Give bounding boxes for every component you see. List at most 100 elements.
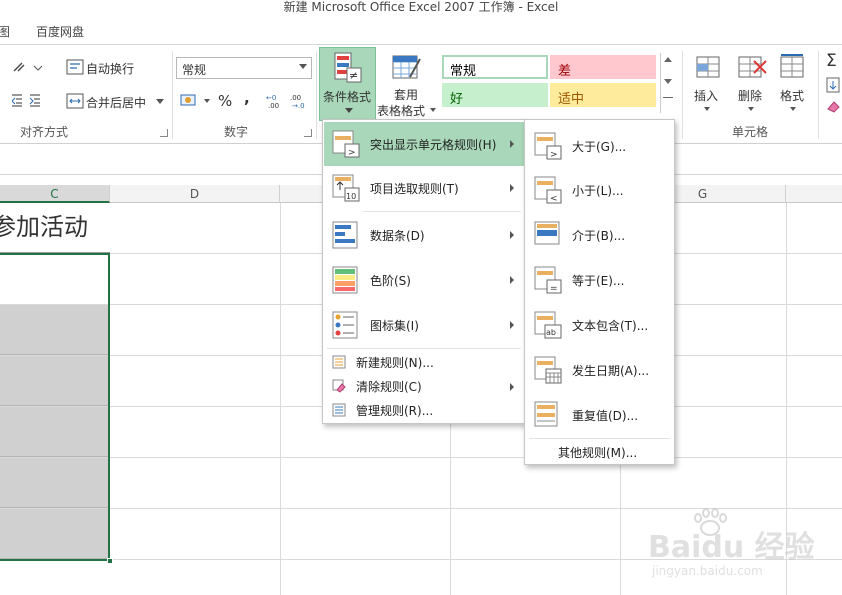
menu-item-label: 图标集(I) [370,319,419,333]
baidu-watermark: Baidu 经验 jingyan.baidu.com [648,508,838,588]
tab-baidu-netdisk[interactable]: 百度网盘 [36,23,84,40]
autosum-icon[interactable]: Σ [826,51,837,71]
merge-center-icon[interactable] [66,93,84,109]
insert-cells-icon[interactable] [694,53,722,81]
chevron-down-icon[interactable] [790,107,796,111]
cell-style-label: 好 [450,92,464,107]
accounting-dropdown-arrow[interactable] [204,99,210,103]
cell-style-good[interactable]: 好 [442,83,548,107]
svg-text:≠: ≠ [349,69,358,82]
color-scales-icon [332,266,358,294]
submenu-arrow-icon [510,383,514,391]
wrap-text-icon[interactable] [66,59,84,75]
between-icon [534,221,560,245]
number-launcher-icon[interactable] [304,129,312,137]
submenu-greater-than[interactable]: > 大于(G)... [526,124,674,168]
submenu-equal-to[interactable]: = 等于(E)... [526,258,674,302]
merge-center-button[interactable]: 合并后居中 [86,94,146,111]
menu-item-label: 数据条(D) [370,229,425,243]
table-format-label-1: 套用 [394,88,419,102]
clear-icon[interactable] [826,99,840,113]
gridline [0,457,842,458]
data-bars-icon [332,221,358,249]
alignment-launcher-icon[interactable] [160,129,168,137]
fill-icon[interactable] [826,77,840,93]
chevron-down-icon[interactable] [704,107,710,111]
chevron-down-icon [664,79,672,84]
format-button[interactable]: 格式 [780,87,804,104]
percent-style-button[interactable]: % [218,92,232,110]
chevron-down-icon [299,64,307,69]
submenu-arrow-icon [510,140,514,148]
cell-style-normal[interactable]: 常规 [442,55,548,79]
submenu-between[interactable]: 介于(B)... [526,213,674,257]
svg-text:.00: .00 [290,94,301,102]
less-than-icon: < [534,176,562,204]
cell-style-label: 差 [558,64,572,79]
equal-to-icon: = [534,266,562,294]
chevron-down-icon[interactable] [748,107,754,111]
menu-highlight-cells-rules[interactable]: > 突出显示单元格规则(H) [324,122,524,166]
menu-top-bottom-rules[interactable]: 10 项目选取规则(T) [324,166,524,210]
title-bar: 新建 Microsoft Office Excel 2007 工作簿 - Exc… [0,0,842,18]
more-icon [663,97,673,98]
tab-view-partial[interactable]: 图 [0,23,10,40]
chevron-up-icon [664,57,672,62]
delete-button[interactable]: 删除 [738,87,762,104]
menu-clear-rules[interactable]: 清除规则(C) [324,375,524,397]
column-header-d[interactable]: D [110,185,280,203]
menu-new-rule[interactable]: 新建规则(N)... [324,351,524,373]
greater-than-icon: > [534,132,562,160]
submenu-less-than[interactable]: < 小于(L)... [526,168,674,212]
selection-border [0,253,110,561]
menu-item-label: 突出显示单元格规则(H) [370,138,497,152]
conditional-format-icon: ≠ [334,52,362,83]
styles-scrollbar[interactable] [660,53,674,113]
svg-text:>: > [550,150,558,160]
svg-text:→.0: →.0 [292,102,305,109]
submenu-more-rules[interactable]: 其他规则(M)... [526,441,674,463]
cell-style-bad[interactable]: 差 [550,55,656,79]
chevron-down-icon [345,108,353,113]
submenu-duplicate-values[interactable]: 重复值(D)... [526,393,674,437]
group-divider [682,51,683,139]
gridline [280,203,281,595]
cell-style-neutral[interactable]: 适中 [550,83,656,107]
menu-separator [363,211,521,212]
conditional-format-button[interactable]: ≠ 条件格式 [319,47,376,121]
group-divider [316,51,317,139]
submenu-arrow-icon [510,321,514,329]
svg-text:ab: ab [546,328,556,337]
top-bottom-rules-icon: 10 [332,174,360,202]
submenu-item-label: 其他规则(M)... [558,446,638,460]
group-divider [818,51,819,139]
format-cells-icon[interactable] [778,53,808,81]
wrap-text-button[interactable]: 自动换行 [86,60,134,77]
table-format-icon [392,55,421,79]
orientation-icon[interactable] [12,59,42,75]
comma-style-button[interactable]: , [244,89,250,107]
group-divider [172,51,173,139]
watermark-brand: Baidu 经验 [648,530,815,565]
insert-button[interactable]: 插入 [694,87,718,104]
accounting-format-icon[interactable] [180,93,200,109]
number-format-select[interactable]: 常规 [176,57,312,79]
menu-manage-rules[interactable]: 管理规则(R)... [324,399,524,421]
delete-cells-icon[interactable] [736,53,768,81]
submenu-item-label: 重复值(D)... [572,409,639,423]
merge-dropdown-arrow[interactable] [156,99,164,104]
menu-icon-sets[interactable]: 图标集(I) [324,303,524,347]
menu-color-scales[interactable]: 色阶(S) [324,258,524,302]
submenu-item-label: 小于(L)... [572,184,624,198]
menu-item-label: 新建规则(N)... [356,356,434,370]
fill-handle[interactable] [107,558,113,564]
column-header-c[interactable]: C [0,185,110,203]
submenu-date-occurring[interactable]: 发生日期(A)... [526,348,674,392]
cell-c-header[interactable]: 参加活动 [0,203,110,253]
decimal-buttons-icon[interactable]: ←0 .00 .00 →.0 [266,91,314,109]
indent-icons[interactable] [12,93,52,107]
svg-text:=: = [550,284,558,294]
submenu-text-contains[interactable]: ab 文本包含(T)... [526,303,674,347]
menu-data-bars[interactable]: 数据条(D) [324,213,524,257]
cells-group-label: 单元格 [732,125,769,139]
